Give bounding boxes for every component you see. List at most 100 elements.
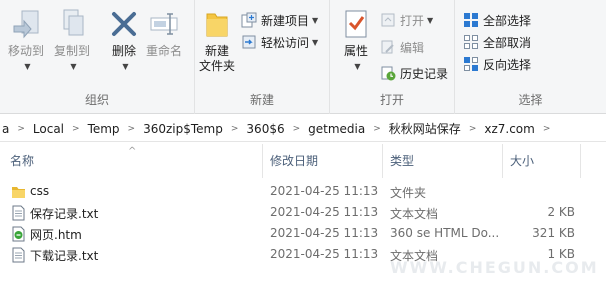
text-file-icon <box>12 247 25 263</box>
breadcrumb-segment[interactable]: a <box>0 122 11 136</box>
new-folder-icon <box>201 8 233 40</box>
file-row-save-log[interactable]: 保存记录.txt 2021-04-25 11:13 文本文档 2 KB <box>0 202 606 223</box>
column-date[interactable]: 修改日期 <box>270 152 318 169</box>
select-none-button[interactable]: 全部取消 <box>463 31 531 53</box>
open-group: 属性 ▼ 打开 ▼ 编辑 历史记录 打开 <box>330 0 455 114</box>
copy-to-button[interactable]: 复制到 ▼ <box>54 8 90 74</box>
breadcrumb-segment[interactable]: Local <box>31 122 66 136</box>
delete-label: 删除 <box>111 44 136 58</box>
organize-group: 移动到 ▼ 复制到 ▼ 删除 ▼ 重命名 组织 <box>0 0 195 114</box>
file-row-css[interactable]: css 2021-04-25 11:13 文件夹 <box>0 181 606 202</box>
column-divider[interactable] <box>502 144 503 178</box>
properties-icon <box>340 8 372 40</box>
column-divider[interactable] <box>262 144 263 178</box>
copy-to-label: 复制到 <box>54 44 91 58</box>
history-button[interactable]: 历史记录 <box>380 62 448 84</box>
edit-icon <box>380 39 396 55</box>
select-none-icon <box>463 34 479 50</box>
file-row-webpage[interactable]: 网页.htm 2021-04-25 11:13 360 se HTML Do..… <box>0 223 606 244</box>
chevron-down-icon: ▼ <box>24 62 31 71</box>
copy-to-icon <box>56 8 88 40</box>
breadcrumb-segment[interactable]: xz7.com <box>482 122 536 136</box>
chevron-down-icon: ▼ <box>354 62 361 71</box>
column-divider[interactable] <box>580 144 581 178</box>
file-name: 下载记录.txt <box>30 249 99 263</box>
chevron-right-icon[interactable]: > <box>537 124 557 134</box>
chevron-right-icon[interactable]: > <box>122 124 142 134</box>
breadcrumb-segment[interactable]: 360zip$Temp <box>141 122 225 136</box>
breadcrumb-segment[interactable]: getmedia <box>306 122 367 136</box>
properties-label: 属性 <box>343 44 368 58</box>
text-file-icon <box>12 205 25 221</box>
chevron-right-icon[interactable]: > <box>367 124 387 134</box>
chevron-right-icon[interactable]: > <box>11 124 31 134</box>
file-size: 2 KB <box>547 205 575 219</box>
select-group-label: 选择 <box>518 93 543 107</box>
breadcrumb-segment[interactable]: 360$6 <box>244 122 286 136</box>
new-folder-button[interactable]: 新建 文件夹 <box>199 8 235 74</box>
address-bar[interactable]: a > Local > Temp > 360zip$Temp > 360$6 >… <box>0 116 606 142</box>
column-name[interactable]: 名称 <box>10 152 34 169</box>
sort-up-icon: ^ <box>128 146 137 157</box>
easy-access-button[interactable]: 轻松访问 ▼ <box>241 31 318 53</box>
file-type: 文本文档 <box>390 207 439 221</box>
new-item-icon <box>241 12 257 28</box>
file-date: 2021-04-25 11:13 <box>270 184 379 198</box>
chevron-down-icon: ▼ <box>312 37 319 47</box>
chevron-right-icon[interactable]: > <box>287 124 307 134</box>
file-type: 文件夹 <box>390 186 427 200</box>
file-date: 2021-04-25 11:13 <box>270 205 379 219</box>
file-type: 360 se HTML Do... <box>390 226 500 240</box>
new-item-button[interactable]: 新建项目 ▼ <box>241 9 318 31</box>
rename-icon <box>148 8 180 40</box>
delete-icon <box>108 8 140 40</box>
history-label: 历史记录 <box>400 66 449 81</box>
chevron-right-icon[interactable]: > <box>463 124 483 134</box>
file-name: 保存记录.txt <box>30 207 99 221</box>
column-type[interactable]: 类型 <box>390 152 414 169</box>
rename-button[interactable]: 重命名 <box>146 8 182 59</box>
new-group-label: 新建 <box>249 93 274 107</box>
select-all-button[interactable]: 全部选择 <box>463 9 531 31</box>
open-group-label: 打开 <box>379 93 404 107</box>
invert-selection-label: 反向选择 <box>483 57 532 72</box>
chevron-down-icon: ▼ <box>122 62 129 71</box>
folder-icon <box>12 187 25 198</box>
invert-selection-button[interactable]: 反向选择 <box>463 53 531 75</box>
move-to-label: 移动到 <box>8 44 45 58</box>
select-none-label: 全部取消 <box>483 35 532 50</box>
move-to-button[interactable]: 移动到 ▼ <box>8 8 44 74</box>
move-to-icon <box>10 8 42 40</box>
watermark-text: WWW.CHEGUN.COM <box>390 258 599 277</box>
html-file-icon <box>12 226 25 242</box>
select-all-icon <box>463 12 479 28</box>
breadcrumb-segment[interactable]: 秋秋网站保存 <box>387 120 463 137</box>
invert-selection-icon <box>463 56 479 72</box>
rename-label: 重命名 <box>146 44 183 58</box>
history-icon <box>380 65 396 81</box>
edit-label: 编辑 <box>400 40 425 55</box>
chevron-right-icon[interactable]: > <box>66 124 86 134</box>
properties-button[interactable]: 属性 ▼ <box>340 8 372 74</box>
new-group: 新建 文件夹 新建项目 ▼ 轻松访问 ▼ 新建 <box>195 0 330 114</box>
file-date: 2021-04-25 11:13 <box>270 247 379 261</box>
chevron-right-icon[interactable]: > <box>225 124 245 134</box>
open-button[interactable]: 打开 ▼ <box>380 9 433 31</box>
edit-button[interactable]: 编辑 <box>380 36 424 58</box>
new-folder-label-1: 新建 <box>205 44 230 58</box>
delete-button[interactable]: 删除 ▼ <box>108 8 140 74</box>
new-item-label: 新建项目 <box>261 13 310 28</box>
column-size[interactable]: 大小 <box>510 152 534 169</box>
column-divider[interactable] <box>382 144 383 178</box>
breadcrumb-segment[interactable]: Temp <box>86 122 122 136</box>
open-icon <box>380 12 396 28</box>
easy-access-label: 轻松访问 <box>261 35 310 50</box>
chevron-down-icon: ▼ <box>427 15 434 25</box>
select-all-label: 全部选择 <box>483 13 532 28</box>
file-size: 321 KB <box>532 226 575 240</box>
column-header: ^ 名称 修改日期 类型 大小 <box>0 144 606 178</box>
organize-group-label: 组织 <box>84 93 109 107</box>
ribbon: 移动到 ▼ 复制到 ▼ 删除 ▼ 重命名 组织 新建 文件夹 新建项目 ▼ 轻松… <box>0 0 606 114</box>
new-folder-label-2: 文件夹 <box>199 59 236 73</box>
easy-access-icon <box>241 34 257 50</box>
